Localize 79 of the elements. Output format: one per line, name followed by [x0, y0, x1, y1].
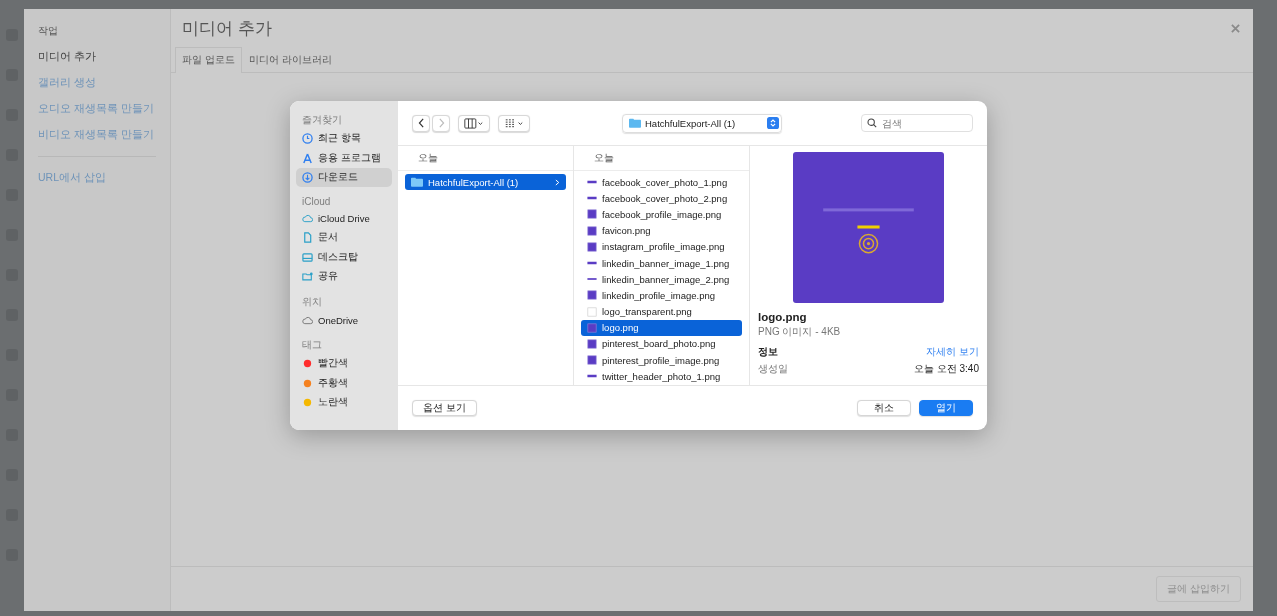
- file-row[interactable]: pinterest_board_photo.png: [581, 335, 742, 353]
- section-heading: iCloud: [302, 195, 331, 207]
- section-heading: 태그: [302, 338, 322, 352]
- search-field[interactable]: 검색: [861, 114, 973, 132]
- close-icon[interactable]: [1231, 23, 1240, 33]
- image-file-icon: [587, 225, 597, 236]
- tag-dot: [302, 377, 313, 389]
- column-heading: 오늘: [398, 146, 573, 171]
- cloud-icon: [302, 314, 313, 326]
- file-row[interactable]: linkedin_banner_image_1.png: [581, 254, 742, 272]
- sidebar-item[interactable]: 주황색: [296, 373, 392, 393]
- info-heading: 정보: [758, 345, 778, 359]
- image-file-icon: [587, 322, 597, 333]
- section-heading: 즐겨찾기: [302, 113, 342, 127]
- sidebar-item[interactable]: 문서: [296, 228, 392, 247]
- column-heading: 오늘: [574, 146, 749, 171]
- file-row[interactable]: facebook_cover_photo_1.png: [581, 174, 742, 191]
- sidebar-heading: 작업: [38, 24, 58, 38]
- sidebar-item[interactable]: 최근 항목: [296, 129, 392, 148]
- file-row[interactable]: instagram_profile_image.png: [581, 238, 742, 255]
- file-row[interactable]: twitter_header_photo_1.png: [581, 368, 742, 385]
- folder-row[interactable]: HatchfulExport-All (1): [405, 174, 566, 191]
- apps-icon: [302, 152, 313, 164]
- chevron-right-icon: [437, 118, 445, 128]
- file-row[interactable]: logo_transparent.png: [581, 303, 742, 320]
- image-file-icon: [587, 290, 597, 301]
- search-icon: [867, 118, 877, 128]
- sidebar-item[interactable]: 빨간색: [296, 354, 392, 373]
- file-row[interactable]: linkedin_banner_image_2.png: [581, 271, 742, 288]
- file-row[interactable]: facebook_profile_image.png: [581, 206, 742, 223]
- options-button[interactable]: 옵션 보기: [412, 400, 477, 416]
- sidebar-item[interactable]: 응용 프로그램: [296, 148, 392, 168]
- file-row[interactable]: logo.png: [581, 319, 742, 336]
- file-row[interactable]: pinterest_profile_image.png: [581, 352, 742, 369]
- section-heading: 위치: [302, 294, 322, 309]
- tab[interactable]: 미디어 라이브러리: [241, 47, 339, 73]
- file-row[interactable]: facebook_cover_photo_2.png: [581, 190, 742, 207]
- chevron-left-icon: [417, 118, 425, 128]
- created-value: 오늘 오전 3:40: [913, 362, 979, 376]
- image-file-icon: [587, 338, 597, 349]
- file-type: PNG 이미지 - 4KB: [758, 325, 841, 339]
- folder-icon: [411, 177, 423, 188]
- cloud-icon: [302, 212, 313, 224]
- shared-folder-icon: [302, 271, 313, 282]
- image-file-icon: [587, 209, 597, 220]
- document-icon: [302, 232, 313, 243]
- sidebar-item[interactable]: 공유: [296, 267, 392, 286]
- desktop-icon: [302, 251, 313, 263]
- clock-icon: [302, 133, 313, 144]
- cancel-button[interactable]: 취소: [857, 400, 911, 416]
- sidebar-item[interactable]: OneDrive: [296, 310, 392, 330]
- sidebar-item[interactable]: 다운로드: [296, 168, 392, 187]
- tag-dot: [302, 397, 313, 408]
- created-label: 생성일: [758, 362, 788, 376]
- chevron-right-icon: [555, 178, 560, 186]
- stepper-icon: [767, 117, 779, 129]
- image-file-icon: [587, 241, 597, 252]
- file-row[interactable]: favicon.png: [581, 222, 742, 239]
- image-file-icon: [587, 355, 597, 366]
- sidebar-item[interactable]: iCloud Drive: [296, 208, 392, 228]
- file-name: logo.png: [758, 311, 807, 323]
- sidebar-item[interactable]: 노란색: [296, 393, 392, 412]
- back-button[interactable]: [412, 114, 430, 132]
- download-icon: [302, 172, 313, 183]
- sidebar-item[interactable]: 데스크탑: [296, 247, 392, 267]
- file-row[interactable]: linkedin_profile_image.png: [581, 287, 742, 304]
- tab[interactable]: 파일 업로드: [175, 47, 242, 73]
- location-dropdown[interactable]: HatchfulExport-All (1): [622, 113, 782, 133]
- image-file-icon: [587, 306, 597, 317]
- group-button[interactable]: [498, 114, 530, 132]
- view-mode-button[interactable]: [458, 114, 490, 132]
- grid-icon: [503, 117, 525, 129]
- show-more-link[interactable]: 자세히 보기: [926, 345, 979, 359]
- folder-icon: [629, 118, 641, 128]
- columns-view-icon: [463, 117, 485, 129]
- tag-dot: [302, 358, 313, 369]
- modal-title: 미디어 추가: [182, 17, 272, 40]
- open-button[interactable]: 열기: [919, 400, 973, 416]
- sidebar-link[interactable]: 미디어 추가: [38, 50, 96, 64]
